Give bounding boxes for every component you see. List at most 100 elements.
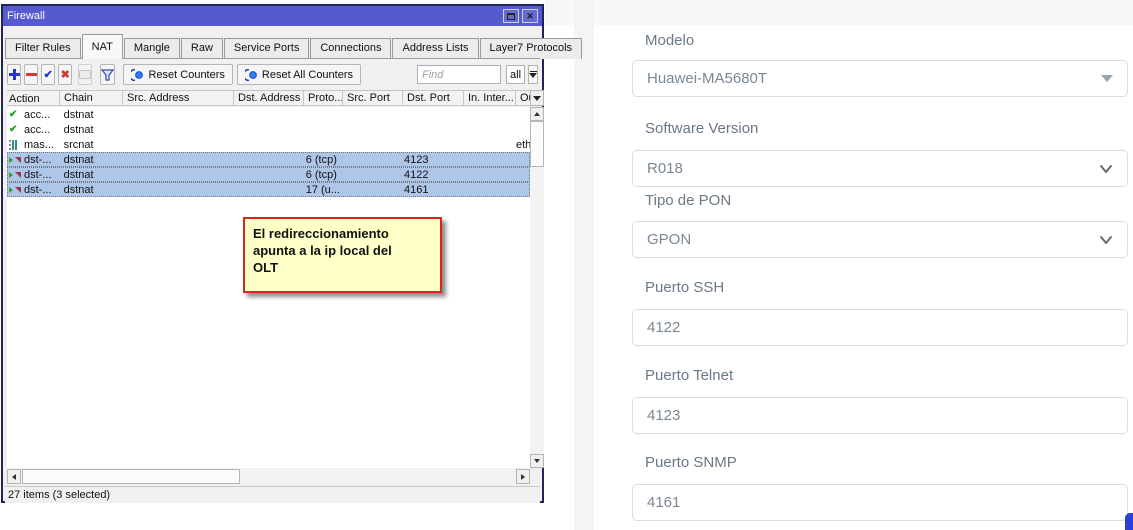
close-button[interactable]: ✕ [522,9,538,23]
scroll-right-button[interactable] [516,469,530,484]
field-label-software-version: Software Version [645,120,758,140]
tab-filter-rules[interactable]: Filter Rules [5,38,81,59]
filter-scope-dropdown-button[interactable] [528,65,538,84]
check-icon: ✔ [44,68,53,81]
reset-counter-icon [131,69,144,81]
column-chain[interactable]: Chain [60,91,123,105]
scroll-left-button[interactable] [7,469,21,484]
note-line: OLT [253,260,432,277]
software-version-select[interactable]: R018 [632,150,1128,187]
find-input[interactable] [417,65,501,84]
puerto-ssh-field-box [632,309,1128,346]
combo-bar [530,71,537,72]
tab-connections[interactable]: Connections [310,38,391,59]
triangle-down-icon [1101,75,1113,82]
funnel-icon [101,69,114,81]
masquerade-icon [9,139,22,150]
table-row[interactable]: ✔acc... dstnat [7,107,530,122]
column-selector-button[interactable] [530,90,544,106]
tab-address-lists[interactable]: Address Lists [392,38,478,59]
note-line: apunta a la ip local del [253,243,432,260]
dst-nat-icon [9,184,22,195]
table-row-selected[interactable]: dst-... dstnat 6 (tcp) 4123 [7,152,530,167]
note-line: El redireccionamiento [253,226,432,243]
table-row-selected[interactable]: dst-... dstnat 17 (u... 4161 [7,182,530,197]
comment-button[interactable] [78,64,92,85]
status-text: 27 items (3 selected) [8,489,110,501]
dst-nat-icon [9,154,22,165]
scroll-up-button[interactable] [530,107,544,121]
x-icon: ✖ [61,68,70,81]
page-top-band [545,0,1133,25]
disable-button[interactable]: ✖ [58,64,72,85]
puerto-telnet-field-box [632,397,1128,434]
reset-all-counters-label: Reset All Counters [262,69,353,81]
add-button[interactable] [7,64,21,85]
table-row-selected[interactable]: dst-... dstnat 6 (tcp) 4122 [7,167,530,182]
table-row[interactable]: ✔acc... dstnat [7,122,530,137]
modelo-dropdown[interactable]: Huawei-MA5680T [632,60,1128,97]
tab-bar: Filter Rules NAT Mangle Raw Service Port… [5,32,540,59]
toolbar: ✔ ✖ Reset Counters Reset All Counters al… [7,63,538,86]
table-header: Action Chain Src. Address Dst. Address P… [7,90,534,106]
modelo-value: Huawei-MA5680T [647,70,1101,87]
puerto-ssh-input[interactable] [647,319,1113,336]
tipo-de-pon-select[interactable]: GPON [632,221,1128,258]
vertical-scroll-thumb[interactable] [530,121,544,167]
field-label-modelo: Modelo [645,32,694,52]
table-row[interactable]: mas... srcnat eth [7,137,530,152]
vertical-scrollbar[interactable] [530,107,544,468]
close-icon: ✕ [526,12,534,21]
enable-button[interactable]: ✔ [41,64,55,85]
tab-nat[interactable]: NAT [82,34,123,59]
puerto-telnet-input[interactable] [647,407,1113,424]
field-label-puerto-ssh: Puerto SSH [645,279,724,299]
arrow-up-icon [534,112,540,116]
combo-triangle-icon [529,73,537,78]
software-version-value: R018 [647,160,1099,177]
arrow-right-icon [521,474,525,480]
column-action[interactable]: Action [7,91,60,105]
horizontal-scrollbar[interactable] [7,469,530,484]
tipo-de-pon-value: GPON [647,231,1099,248]
minus-icon [26,73,37,76]
reset-counters-label: Reset Counters [148,69,224,81]
column-in-interface[interactable]: In. Inter... [464,91,516,105]
remove-button[interactable] [24,64,38,85]
puerto-snmp-input[interactable] [647,494,1113,511]
horizontal-scroll-thumb[interactable] [22,469,240,484]
reset-all-counters-button[interactable]: Reset All Counters [237,64,361,85]
tab-mangle[interactable]: Mangle [124,38,180,59]
status-bar: 27 items (3 selected) [5,486,540,503]
dst-nat-icon [9,169,22,180]
filter-scope-box[interactable]: all [506,65,525,84]
blue-button-corner[interactable] [1125,513,1133,530]
filter-scope-value: all [510,69,521,81]
field-label-puerto-snmp: Puerto SNMP [645,454,737,474]
tab-service-ports[interactable]: Service Ports [224,38,309,59]
maximize-button[interactable] [503,9,519,23]
column-protocol[interactable]: Proto... [304,91,343,105]
comment-icon [79,70,91,79]
plus-icon [9,69,20,80]
reset-counters-button[interactable]: Reset Counters [123,64,232,85]
triangle-down-icon [533,96,541,101]
page-scroll-gutter[interactable] [574,0,594,530]
reset-counter-icon [245,69,258,81]
column-src-port[interactable]: Src. Port [343,91,403,105]
accept-icon: ✔ [9,124,22,135]
scroll-down-button[interactable] [530,454,544,468]
filter-button[interactable] [100,64,115,85]
screen: Modelo Huawei-MA5680T Software Version R… [0,0,1133,530]
window-title: Firewall [7,10,500,22]
column-src-address[interactable]: Src. Address [123,91,234,105]
accept-icon: ✔ [9,109,22,120]
tab-raw[interactable]: Raw [181,38,223,59]
column-dst-port[interactable]: Dst. Port [403,91,464,105]
chevron-down-icon [1099,162,1113,176]
tab-layer7-protocols[interactable]: Layer7 Protocols [480,38,583,59]
window-titlebar[interactable]: Firewall ✕ [3,6,542,26]
arrow-down-icon [534,459,540,463]
column-dst-address[interactable]: Dst. Address [234,91,304,105]
annotation-note: El redireccionamiento apunta a la ip loc… [243,217,442,293]
